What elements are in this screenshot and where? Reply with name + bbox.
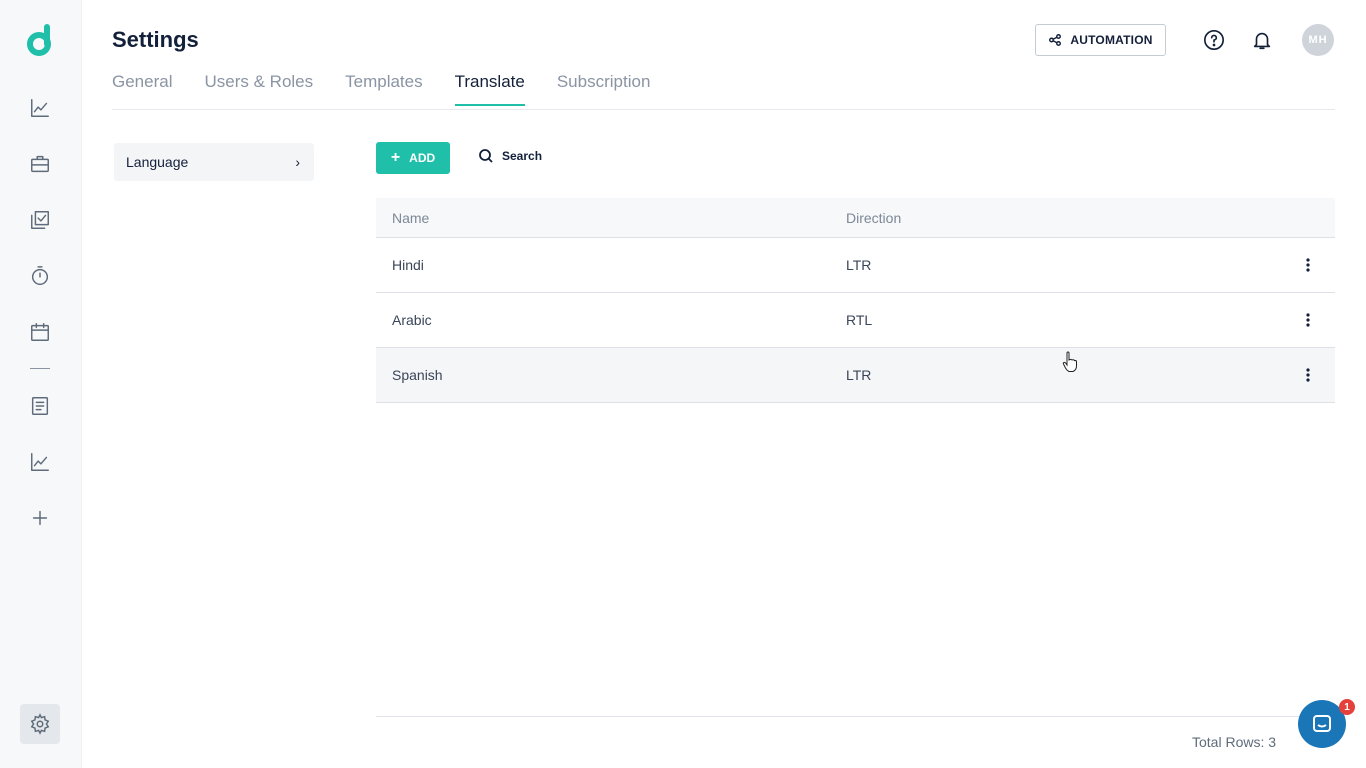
tab-users-roles[interactable]: Users & Roles: [204, 72, 313, 105]
cell-name: Spanish: [392, 367, 443, 383]
left-rail: [0, 0, 82, 768]
bell-icon[interactable]: [1250, 28, 1274, 52]
settings-button[interactable]: [20, 704, 60, 744]
total-rows: Total Rows: 3: [1192, 734, 1277, 750]
app-logo[interactable]: [25, 24, 57, 58]
table-footer-divider: [376, 716, 1335, 717]
chevron-right-icon: ›: [295, 154, 300, 170]
document-icon[interactable]: [28, 394, 52, 418]
tabs-divider: [112, 109, 1335, 110]
tab-general[interactable]: General: [112, 72, 172, 105]
row-menu-icon[interactable]: [1301, 365, 1315, 385]
cell-direction: LTR: [846, 367, 872, 383]
hand-cursor-icon: [1062, 351, 1077, 372]
reports-icon[interactable]: [28, 450, 52, 474]
tab-translate[interactable]: Translate: [454, 72, 526, 106]
languages-table: Name Direction Hindi LTR Arabic RTL Span…: [376, 198, 1335, 403]
briefcase-icon[interactable]: [28, 152, 52, 176]
tasks-icon[interactable]: [28, 208, 52, 232]
search-label: Search: [502, 149, 543, 163]
help-icon[interactable]: [1202, 28, 1226, 52]
analytics-icon[interactable]: [28, 96, 52, 120]
table-row[interactable]: Arabic RTL: [376, 293, 1335, 348]
automation-label: AUTOMATION: [1070, 33, 1153, 47]
settings-tabs: General Users & Roles Templates Translat…: [112, 72, 651, 106]
avatar[interactable]: MH: [1302, 24, 1334, 56]
row-menu-icon[interactable]: [1301, 310, 1315, 330]
table-row[interactable]: Hindi LTR: [376, 238, 1335, 293]
share-nodes-icon: [1049, 34, 1062, 46]
table-header: Name Direction: [376, 198, 1335, 238]
column-header-direction[interactable]: Direction: [846, 210, 901, 226]
cell-direction: RTL: [846, 312, 873, 328]
row-menu-icon[interactable]: [1301, 255, 1315, 275]
table-row[interactable]: Spanish LTR: [376, 348, 1335, 403]
automation-button[interactable]: AUTOMATION: [1035, 24, 1166, 56]
cell-direction: LTR: [846, 257, 872, 273]
add-button[interactable]: + ADD: [376, 142, 450, 174]
cell-name: Arabic: [392, 312, 432, 328]
chat-badge: 1: [1339, 699, 1355, 715]
search-button[interactable]: Search: [478, 148, 542, 164]
page-title: Settings: [112, 27, 199, 52]
cell-name: Hindi: [392, 257, 424, 273]
plus-icon: +: [390, 149, 401, 166]
rail-divider: [30, 368, 50, 369]
timer-icon[interactable]: [28, 264, 52, 288]
add-label: ADD: [409, 151, 436, 165]
plus-icon[interactable]: [28, 506, 52, 530]
side-menu-item-label: Language: [126, 154, 189, 170]
gear-icon: [30, 713, 50, 735]
calendar-icon[interactable]: [28, 320, 52, 344]
tab-subscription[interactable]: Subscription: [557, 72, 651, 105]
side-menu-item-language[interactable]: Language ›: [114, 143, 314, 181]
chat-icon: [1313, 715, 1331, 732]
search-icon: [479, 149, 493, 163]
column-header-name[interactable]: Name: [392, 210, 429, 226]
tab-templates[interactable]: Templates: [345, 72, 422, 105]
